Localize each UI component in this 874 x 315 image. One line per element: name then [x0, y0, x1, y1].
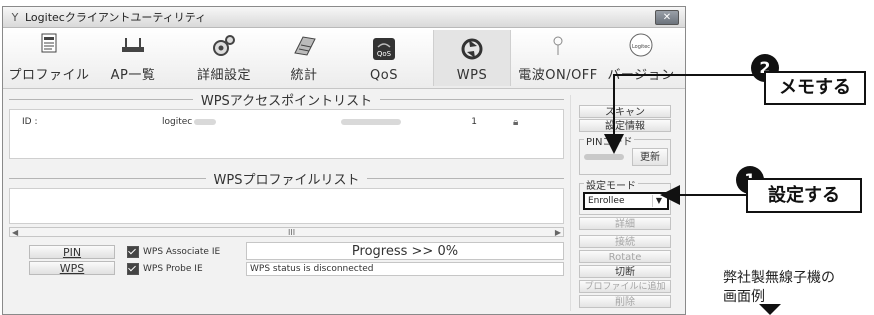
memo-label: メモする [764, 71, 866, 105]
caption-line-1: 弊社製無線子機の [723, 270, 835, 286]
screen-example-caption: 弊社製無線子機の 画面例 [723, 269, 835, 307]
annotation-arrows [604, 74, 781, 315]
caption-line-2: 画面例 [723, 289, 765, 305]
memo-arrow [604, 74, 761, 154]
setting-label: 設定する [746, 178, 862, 213]
